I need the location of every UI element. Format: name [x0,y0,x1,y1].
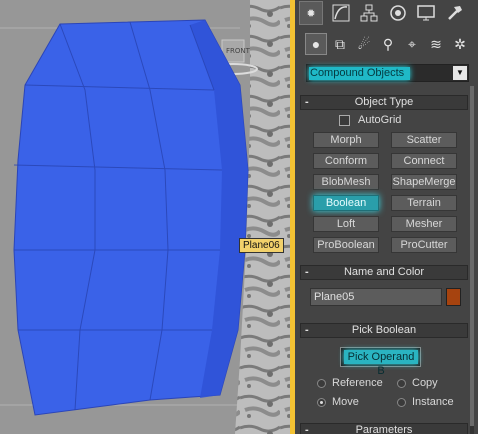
panel-scrollbar[interactable] [470,86,474,434]
helpers-subtab[interactable]: ⌖ [401,33,423,55]
collapse-icon: - [305,424,309,434]
parameters-title: Parameters [355,424,413,434]
display-tab[interactable] [414,1,438,25]
scrollbar-thumb[interactable] [470,86,474,426]
shapemerge-button[interactable]: ShapeMerge [391,174,457,190]
category-dropdown-value: Compound Objects [309,67,411,80]
radio-reference-dot[interactable] [317,378,326,388]
space-warps-subtab[interactable]: ≋ [425,33,447,55]
parameters-rollout: - Parameters [300,423,468,434]
scatter-button[interactable]: Scatter [391,132,457,148]
radio-reference-label: Reference [332,377,383,389]
viewport-front[interactable]: FRONT Plane06 [0,0,291,434]
morph-button[interactable]: Morph [313,132,379,148]
object-type-title: Object Type [354,96,414,108]
wave-icon: ≋ [430,35,442,52]
light-icon: ☄ [357,35,371,52]
collapse-icon: - [305,324,309,336]
radio-copy[interactable]: Copy [397,377,438,389]
command-panel: ✹ ● ⧉ ☄ ⚲ ⌖ ≋ ✲ Compound Objects ▼ - Obj… [295,0,478,434]
pick-boolean-title: Pick Boolean [351,324,417,336]
radio-move-label: Move [332,396,359,408]
sun-icon: ✹ [306,7,316,20]
hammer-icon [448,6,462,20]
utilities-tab[interactable] [443,1,467,25]
collapse-icon: - [305,266,309,278]
pick-boolean-header[interactable]: - Pick Boolean [300,323,468,338]
boolean-button[interactable]: Boolean [313,195,379,211]
lights-subtab[interactable]: ☄ [353,33,375,55]
radio-copy-label: Copy [412,377,438,389]
name-and-color-header[interactable]: - Name and Color [300,265,468,280]
name-and-color-rollout: - Name and Color [300,265,468,280]
helper-icon: ⌖ [408,35,416,52]
command-panel-tabs: ✹ [295,0,478,26]
radio-instance[interactable]: Instance [397,396,454,408]
name-and-color-title: Name and Color [343,266,425,278]
proboolean-button[interactable]: ProBoolean [313,237,379,253]
pick-operand-b-button[interactable]: Pick Operand B [340,347,421,377]
blobmesh-button[interactable]: BlobMesh [313,174,379,190]
autogrid-label: AutoGrid [358,114,402,126]
loft-button[interactable]: Loft [313,216,379,232]
pick-boolean-rollout: - Pick Boolean [300,323,468,338]
modify-tab[interactable] [329,1,353,25]
monitor-icon [417,5,435,21]
object-name-tooltip: Plane06 [239,238,284,253]
gear-icon: ✲ [454,35,466,52]
connect-button[interactable]: Connect [391,153,457,169]
shapes-icon: ⧉ [335,35,345,52]
chevron-down-icon[interactable]: ▼ [453,66,467,80]
camera-icon: ⚲ [382,35,394,52]
shapes-subtab[interactable]: ⧉ [329,33,351,55]
geometry-subtab[interactable]: ● [305,33,327,55]
motion-icon [390,5,406,21]
viewcube-label[interactable]: FRONT [226,47,250,55]
cameras-subtab[interactable]: ⚲ [377,33,399,55]
category-dropdown[interactable]: Compound Objects ▼ [306,64,469,82]
object-name-field[interactable]: Plane05 [310,288,442,306]
viewport-canvas [0,0,291,434]
create-tab[interactable]: ✹ [299,1,323,25]
modify-curve-icon [332,4,350,22]
terrain-button[interactable]: Terrain [391,195,457,211]
procutter-button[interactable]: ProCutter [391,237,457,253]
radio-move-dot[interactable] [317,397,326,407]
systems-subtab[interactable]: ✲ [449,33,471,55]
radio-instance-label: Instance [412,396,454,408]
radio-instance-dot[interactable] [397,397,406,407]
hierarchy-tab[interactable] [357,1,381,25]
hierarchy-icon [360,4,378,22]
blue-object [13,19,249,416]
collapse-icon: - [305,96,309,108]
object-type-rollout: - Object Type [300,95,468,110]
object-type-header[interactable]: - Object Type [300,95,468,110]
motion-tab[interactable] [386,1,410,25]
radio-reference[interactable]: Reference [317,377,383,389]
sphere-icon: ● [311,36,321,52]
mesher-button[interactable]: Mesher [391,216,457,232]
autogrid-checkbox[interactable] [339,114,350,126]
radio-copy-dot[interactable] [397,378,406,388]
parameters-header[interactable]: - Parameters [300,423,468,434]
radio-move[interactable]: Move [317,396,359,408]
autogrid-option[interactable]: AutoGrid [339,114,401,126]
pick-operand-b-label: Pick Operand B [344,350,418,377]
conform-button[interactable]: Conform [313,153,379,169]
object-color-swatch[interactable] [446,288,461,306]
